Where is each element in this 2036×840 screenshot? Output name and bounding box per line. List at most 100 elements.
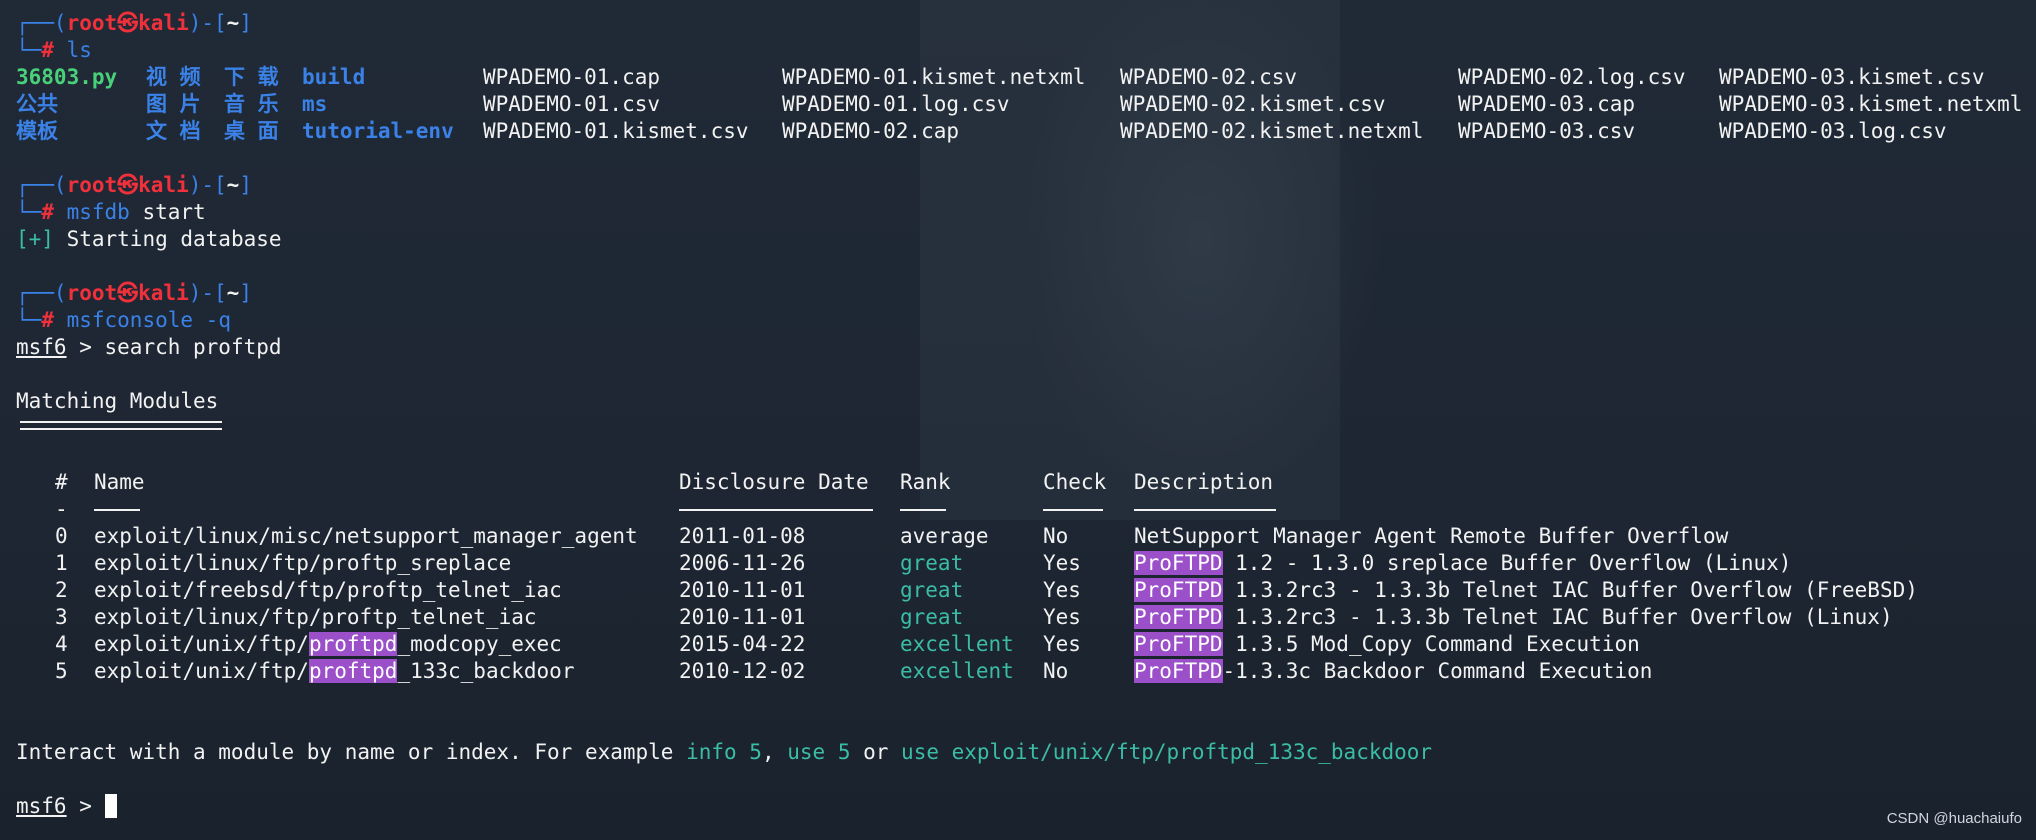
ls-entry: ms bbox=[302, 92, 328, 116]
ls-entry: WPADEMO-02.kismet.netxml bbox=[1120, 119, 1424, 143]
ls-entry: 桌 面 bbox=[224, 119, 279, 143]
column-underline-rank bbox=[900, 509, 946, 511]
hint-example-use-name: use exploit/unix/ftp/proftpd_133c_backdo… bbox=[901, 740, 1433, 764]
prompt-line: ┌──(root㉿kali)-[~] bbox=[16, 10, 2036, 37]
heading-underline-row bbox=[16, 415, 2036, 442]
column-underline-num: - bbox=[55, 497, 68, 521]
cell-rank: excellent bbox=[900, 632, 1014, 656]
table-header: # Name Disclosure Date Rank Check Descri… bbox=[16, 469, 2036, 496]
command-name: ls bbox=[66, 38, 92, 62]
terminal-window[interactable]: ┌──(root㉿kali)-[~] └─# ls 36803.py 视 频 下… bbox=[0, 0, 2036, 840]
cell-name: exploit/linux/ftp/proftp_telnet_iac bbox=[94, 605, 537, 629]
table-row: 5 exploit/unix/ftp/proftpd_133c_backdoor… bbox=[16, 658, 2036, 685]
prompt-mid: )-[ bbox=[188, 281, 227, 305]
cell-description: ProFTPD 1.3.2rc3 - 1.3.3b Telnet IAC Buf… bbox=[1134, 578, 1918, 602]
prompt-hash: # bbox=[41, 200, 67, 224]
column-underline-description bbox=[1134, 509, 1276, 511]
ls-entry: WPADEMO-02.cap bbox=[782, 119, 960, 143]
prompt-mid: )-[ bbox=[188, 173, 227, 197]
prompt-hook: └─ bbox=[16, 38, 42, 62]
cell-name: exploit/unix/ftp/proftpd_133c_backdoor bbox=[94, 659, 575, 683]
cell-date: 2015-04-22 bbox=[679, 632, 806, 656]
msf-command-line: msf6 > search proftpd bbox=[16, 334, 2036, 361]
text-cursor[interactable] bbox=[104, 794, 117, 818]
cell-date: 2010-11-01 bbox=[679, 578, 806, 602]
terminal-output: ┌──(root㉿kali)-[~] └─# ls 36803.py 视 频 下… bbox=[16, 10, 2036, 820]
cell-rank: average bbox=[900, 524, 989, 548]
column-underline-date bbox=[679, 509, 873, 511]
msf-prompt-sep: > bbox=[66, 794, 105, 818]
ls-entry: WPADEMO-01.kismet.csv bbox=[483, 119, 749, 143]
cell-date: 2010-11-01 bbox=[679, 605, 806, 629]
prompt-dir: ~ bbox=[226, 11, 240, 35]
prompt-user: root㉿kali bbox=[66, 11, 189, 35]
cell-name: exploit/linux/misc/netsupport_manager_ag… bbox=[94, 524, 638, 548]
cell-name: exploit/linux/ftp/proftp_sreplace bbox=[94, 551, 512, 575]
cell-description: ProFTPD 1.3.5 Mod_Copy Command Execution bbox=[1134, 632, 1640, 656]
table-row: 1 exploit/linux/ftp/proftp_sreplace 2006… bbox=[16, 550, 2036, 577]
prompt-mid: )-[ bbox=[188, 11, 227, 35]
cell-description: ProFTPD-1.3.3c Backdoor Command Executio… bbox=[1134, 659, 1653, 683]
cell-check: Yes bbox=[1043, 578, 1081, 602]
ls-entry: WPADEMO-01.cap bbox=[483, 65, 661, 89]
heading-text: Matching Modules bbox=[16, 389, 219, 413]
hint-example-info: info 5 bbox=[686, 740, 762, 764]
ls-entry: 下 载 bbox=[224, 65, 279, 89]
column-header-num: # bbox=[55, 470, 68, 494]
cell-num: 0 bbox=[55, 524, 68, 548]
matching-modules-heading: Matching Modules bbox=[16, 388, 2036, 415]
ls-entry: WPADEMO-02.kismet.csv bbox=[1120, 92, 1386, 116]
status-marker: [+] bbox=[16, 227, 54, 251]
prompt-line: ┌──(root㉿kali)-[~] bbox=[16, 172, 2036, 199]
status-text: Starting database bbox=[53, 227, 282, 251]
prompt-hook: └─ bbox=[16, 200, 42, 224]
ls-entry: WPADEMO-03.kismet.csv bbox=[1719, 65, 1985, 89]
command-line: └─# msfdb start bbox=[16, 199, 2036, 226]
prompt-close: ] bbox=[239, 11, 252, 35]
heading-double-underline bbox=[20, 421, 222, 430]
column-underline-check bbox=[1043, 509, 1103, 511]
ls-entry: 文 档 bbox=[146, 119, 201, 143]
ls-entry: 视 频 bbox=[146, 65, 201, 89]
cell-check: Yes bbox=[1043, 632, 1081, 656]
ls-entry: 模板 bbox=[16, 119, 58, 143]
msf-prompt: msf6 bbox=[16, 335, 67, 359]
msfdb-output: [+] Starting database bbox=[16, 226, 2036, 253]
cell-name: exploit/unix/ftp/proftpd_modcopy_exec bbox=[94, 632, 562, 656]
prompt-dir: ~ bbox=[226, 173, 240, 197]
cell-num: 3 bbox=[55, 605, 68, 629]
prompt-open: ┌──( bbox=[16, 173, 67, 197]
cell-date: 2006-11-26 bbox=[679, 551, 806, 575]
ls-entry: 图 片 bbox=[146, 92, 201, 116]
prompt-line: ┌──(root㉿kali)-[~] bbox=[16, 280, 2036, 307]
cell-date: 2010-12-02 bbox=[679, 659, 806, 683]
msf-prompt: msf6 bbox=[16, 794, 67, 818]
ls-entry: tutorial-env bbox=[302, 119, 454, 143]
cell-description: ProFTPD 1.3.2rc3 - 1.3.3b Telnet IAC Buf… bbox=[1134, 605, 1893, 629]
prompt-user: root㉿kali bbox=[66, 281, 189, 305]
cell-num: 1 bbox=[55, 551, 68, 575]
command-name: msfdb bbox=[66, 200, 130, 224]
column-header-description: Description bbox=[1134, 470, 1274, 494]
hint-separator: , bbox=[761, 740, 788, 764]
ls-entry: WPADEMO-01.log.csv bbox=[782, 92, 1010, 116]
cell-check: Yes bbox=[1043, 605, 1081, 629]
table-row: 4 exploit/unix/ftp/proftpd_modcopy_exec … bbox=[16, 631, 2036, 658]
msf-input-line[interactable]: msf6 > bbox=[16, 793, 2036, 820]
prompt-close: ] bbox=[239, 281, 252, 305]
prompt-hash: # bbox=[41, 308, 67, 332]
cell-name: exploit/freebsd/ftp/proftp_telnet_iac bbox=[94, 578, 562, 602]
prompt-open: ┌──( bbox=[16, 11, 67, 35]
cell-rank: excellent bbox=[900, 659, 1014, 683]
ls-entry: WPADEMO-01.csv bbox=[483, 92, 661, 116]
ls-entry: 公共 bbox=[16, 92, 58, 116]
ls-entry: WPADEMO-03.log.csv bbox=[1719, 119, 1947, 143]
cell-num: 2 bbox=[55, 578, 68, 602]
ls-entry: WPADEMO-01.kismet.netxml bbox=[782, 65, 1086, 89]
column-header-name: Name bbox=[94, 470, 145, 494]
table-header-underline: - bbox=[16, 496, 2036, 523]
ls-row: 模板 文 档 桌 面 tutorial-env WPADEMO-01.kisme… bbox=[16, 118, 2036, 145]
cell-description: NetSupport Manager Agent Remote Buffer O… bbox=[1134, 524, 1729, 548]
hint-example-use-index: use 5 bbox=[787, 740, 851, 764]
ls-row: 公共 图 片 音 乐 ms WPADEMO-01.csv WPADEMO-01.… bbox=[16, 91, 2036, 118]
